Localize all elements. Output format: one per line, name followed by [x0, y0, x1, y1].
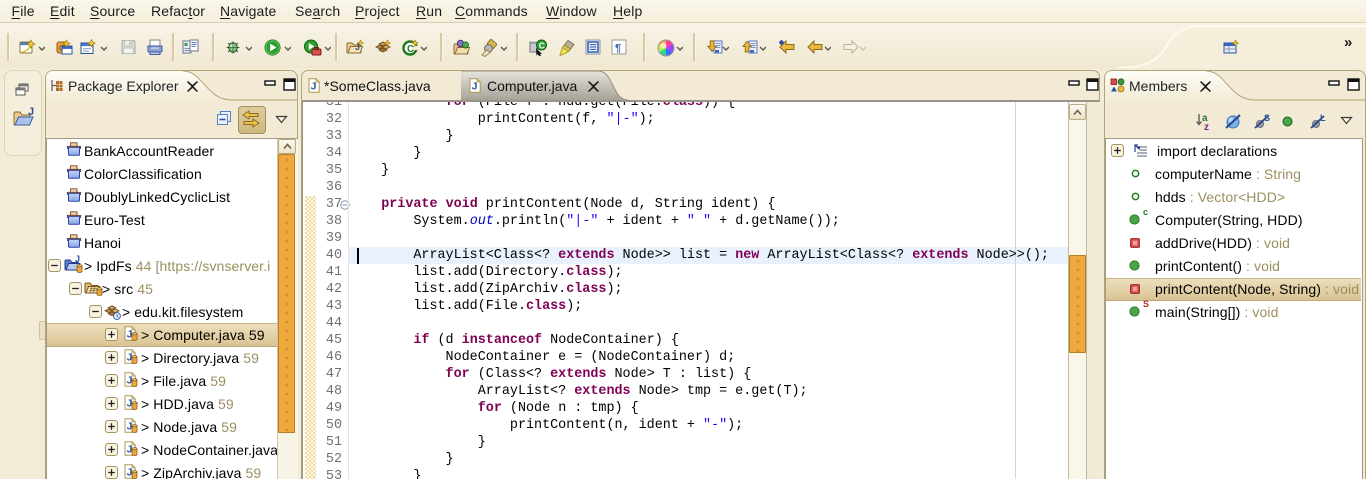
svg-text:J: J — [75, 254, 80, 263]
svg-text:L: L — [1320, 113, 1326, 123]
svg-text:C: C — [539, 40, 545, 50]
svg-text:z: z — [1204, 122, 1209, 132]
svg-text:S: S — [1264, 113, 1270, 123]
svg-text:¶: ¶ — [615, 43, 621, 55]
svg-text:C: C — [407, 44, 414, 55]
svg-text:J: J — [28, 106, 34, 118]
